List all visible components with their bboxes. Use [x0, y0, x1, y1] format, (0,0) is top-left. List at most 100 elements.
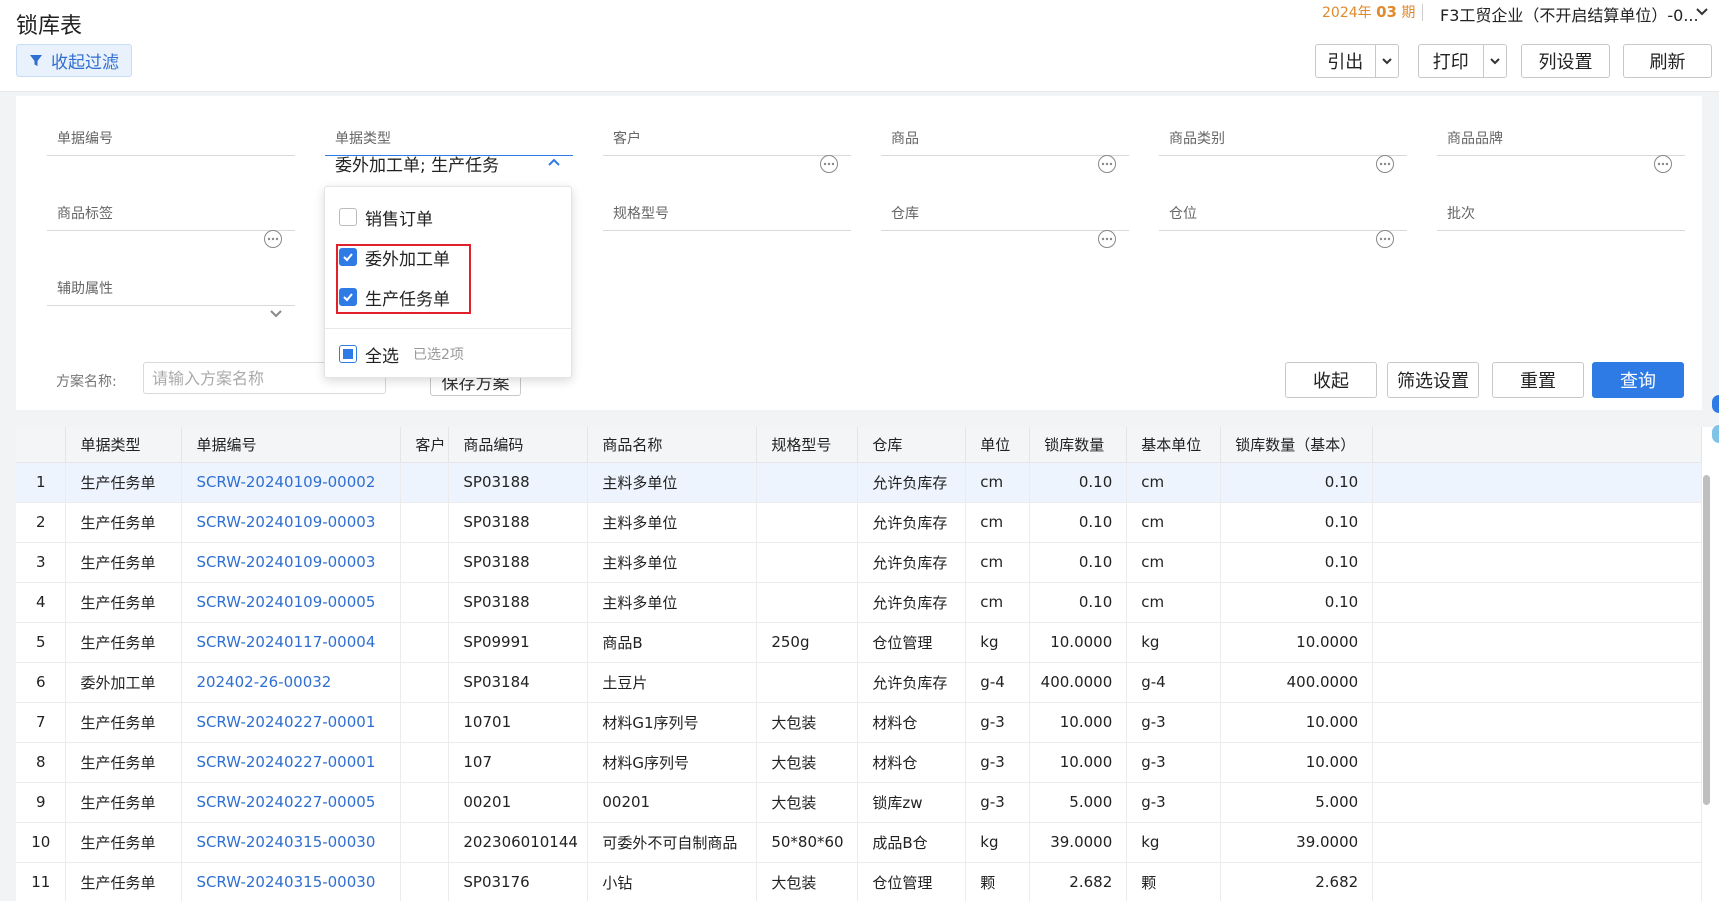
- table-cell: 生产任务单: [65, 582, 183, 623]
- column-header[interactable]: 单位: [965, 427, 1031, 463]
- table-row[interactable]: 5 生产任务单 SCRW-20240117-00004 SP09991 商品B 250g 仓…: [16, 622, 1702, 663]
- chevron-down-icon[interactable]: [267, 304, 285, 322]
- field-customer[interactable]: 客户: [603, 96, 851, 173]
- export-button[interactable]: 引出: [1316, 45, 1375, 77]
- export-dropdown-toggle[interactable]: [1374, 45, 1398, 77]
- table-cell: 10.000: [1029, 702, 1128, 743]
- table-row[interactable]: 10 生产任务单 SCRW-20240315-00030 202306010144 可委…: [16, 822, 1702, 863]
- checkbox-partial[interactable]: [339, 345, 357, 363]
- chevron-up-icon[interactable]: [545, 154, 563, 172]
- table-cell: kg: [965, 622, 1031, 663]
- table-cell: g-3: [965, 702, 1031, 743]
- column-header[interactable]: [16, 427, 67, 463]
- column-header[interactable]: 锁库数量: [1029, 427, 1128, 463]
- table-row[interactable]: 7 生产任务单 SCRW-20240227-00001 10701 材料G1序列号 大包装…: [16, 702, 1702, 743]
- table-row[interactable]: 3 生产任务单 SCRW-20240109-00003 SP03188 主料多单位 允许负…: [16, 542, 1702, 583]
- field-doc-no[interactable]: 单据编号: [47, 96, 295, 156]
- table-cell: [756, 462, 859, 503]
- column-header[interactable]: 客户: [400, 427, 450, 463]
- column-header[interactable]: 锁库数量（基本）: [1220, 427, 1374, 463]
- doc-number-link[interactable]: SCRW-20240227-00001: [181, 702, 402, 743]
- field-aux-attr[interactable]: 辅助属性: [47, 246, 295, 318]
- field-spec-model[interactable]: 规格型号: [603, 171, 851, 231]
- chevron-down-icon: [1490, 58, 1500, 65]
- option-sales-order[interactable]: 销售订单: [339, 205, 433, 230]
- column-header[interactable]: 规格型号: [756, 427, 859, 463]
- filter-settings-button[interactable]: 筛选设置: [1387, 362, 1479, 398]
- column-header[interactable]: 单据类型: [65, 427, 183, 463]
- table-cell: 39.0000: [1029, 822, 1128, 863]
- column-header[interactable]: 商品编码: [448, 427, 589, 463]
- chevron-down-icon[interactable]: [1694, 4, 1710, 20]
- table-cell: 107: [448, 742, 589, 783]
- doc-number-link[interactable]: SCRW-20240227-00001: [181, 742, 402, 783]
- print-dropdown-toggle[interactable]: [1482, 45, 1506, 77]
- table-cell: [756, 502, 859, 543]
- table-row[interactable]: 9 生产任务单 SCRW-20240227-00005 00201 00201 大包装 锁库…: [16, 782, 1702, 823]
- period-number: 03: [1376, 3, 1397, 21]
- table-row[interactable]: 2 生产任务单 SCRW-20240109-00003 SP03188 主料多单位 允许负…: [16, 502, 1702, 543]
- more-options-icon[interactable]: [1375, 229, 1395, 249]
- table-cell: 生产任务单: [65, 622, 183, 663]
- doc-number-link[interactable]: SCRW-20240315-00030: [181, 822, 402, 863]
- field-product-category[interactable]: 商品类别: [1159, 96, 1407, 173]
- table-cell: 5.000: [1029, 782, 1128, 823]
- doc-number-link[interactable]: SCRW-20240117-00004: [181, 622, 402, 663]
- collapse-filter-button[interactable]: 收起过滤: [16, 44, 132, 77]
- table-cell: 生产任务单: [65, 542, 183, 583]
- table-cell: 2: [16, 502, 67, 543]
- refresh-button[interactable]: 刷新: [1623, 44, 1712, 78]
- table-cell: SP03188: [448, 462, 589, 503]
- collapse-button[interactable]: 收起: [1285, 362, 1377, 398]
- table-cell: 0.10: [1029, 462, 1128, 503]
- scrollbar-thumb[interactable]: [1703, 475, 1710, 805]
- doc-number-link[interactable]: SCRW-20240109-00003: [181, 502, 402, 543]
- column-header[interactable]: 基本单位: [1126, 427, 1222, 463]
- select-all-option[interactable]: 全选 已选2项: [339, 342, 464, 367]
- table-cell-filler: [1372, 742, 1702, 783]
- table-cell: 00201: [587, 782, 758, 823]
- table-row[interactable]: 6 委外加工单 202402-26-00032 SP03184 土豆片 允许负库存 g-4 4…: [16, 662, 1702, 703]
- doc-number-link[interactable]: SCRW-20240227-00005: [181, 782, 402, 823]
- table-row[interactable]: 4 生产任务单 SCRW-20240109-00005 SP03188 主料多单位 允许负…: [16, 582, 1702, 623]
- table-row[interactable]: 8 生产任务单 SCRW-20240227-00001 107 材料G序列号 大包装 材料仓…: [16, 742, 1702, 783]
- table-row[interactable]: 11 生产任务单 SCRW-20240315-00030 SP03176 小钻 大包装 仓位…: [16, 862, 1702, 901]
- table-cell: 50*80*60: [756, 822, 859, 863]
- table-cell: 2.682: [1220, 862, 1374, 901]
- query-button[interactable]: 查询: [1592, 362, 1684, 398]
- print-button[interactable]: 打印: [1419, 45, 1483, 77]
- doc-number-link[interactable]: SCRW-20240315-00030: [181, 862, 402, 901]
- field-batch[interactable]: 批次: [1437, 171, 1685, 231]
- doc-number-link[interactable]: SCRW-20240109-00003: [181, 542, 402, 583]
- more-options-icon[interactable]: [1097, 229, 1117, 249]
- company-selector[interactable]: F3工贸企业（不开启结算单位）-0...: [1440, 2, 1699, 26]
- field-product[interactable]: 商品: [881, 96, 1129, 173]
- table-cell: 材料G1序列号: [587, 702, 758, 743]
- table-row[interactable]: 1 生产任务单 SCRW-20240109-00002 SP03188 主料多单位 允许负…: [16, 462, 1702, 503]
- table-cell: SP03176: [448, 862, 589, 901]
- checkbox[interactable]: [339, 208, 357, 226]
- column-header[interactable]: 商品名称: [587, 427, 758, 463]
- doc-number-link[interactable]: 202402-26-00032: [181, 662, 402, 703]
- scheme-name-label: 方案名称:: [56, 374, 117, 390]
- table-cell: 生产任务单: [65, 862, 183, 901]
- reset-button[interactable]: 重置: [1492, 362, 1584, 398]
- table-cell: 生产任务单: [65, 502, 183, 543]
- table-cell: 主料多单位: [587, 502, 758, 543]
- side-tab[interactable]: [1712, 425, 1719, 443]
- table-cell: 6: [16, 662, 67, 703]
- field-product-tag[interactable]: 商品标签: [47, 171, 295, 248]
- column-settings-button[interactable]: 列设置: [1521, 44, 1610, 78]
- field-doc-type[interactable]: 单据类型 委外加工单; 生产任务: [325, 96, 573, 176]
- field-location[interactable]: 仓位: [1159, 171, 1407, 248]
- table-cell: cm: [965, 502, 1031, 543]
- doc-number-link[interactable]: SCRW-20240109-00005: [181, 582, 402, 623]
- column-header[interactable]: 单据编号: [181, 427, 402, 463]
- table-cell: [400, 662, 450, 703]
- side-tab[interactable]: [1712, 395, 1719, 413]
- table-cell: [400, 702, 450, 743]
- field-warehouse[interactable]: 仓库: [881, 171, 1129, 248]
- doc-number-link[interactable]: SCRW-20240109-00002: [181, 462, 402, 503]
- column-header[interactable]: 仓库: [857, 427, 967, 463]
- field-product-brand[interactable]: 商品品牌: [1437, 96, 1685, 173]
